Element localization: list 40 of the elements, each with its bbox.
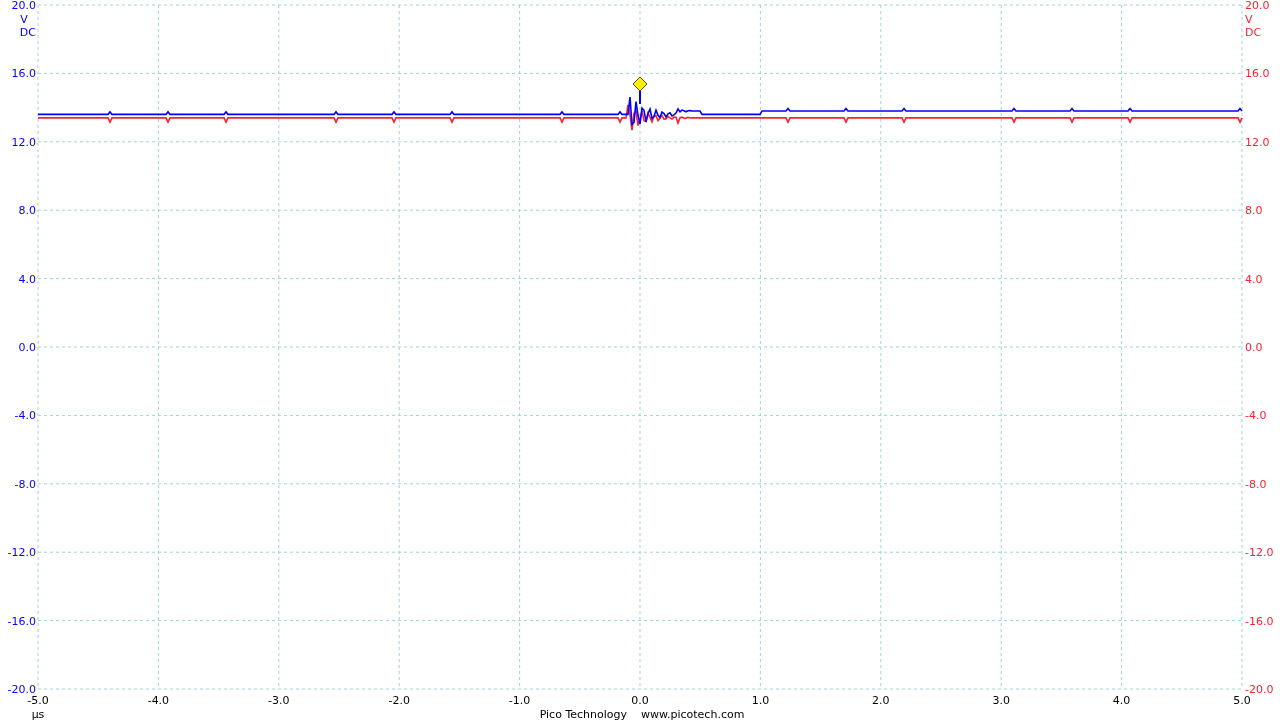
axis-tick-label: 1.0 — [751, 694, 770, 707]
axis-unit-label: µs — [31, 708, 45, 720]
axis-tick-label: 5.0 — [1233, 694, 1251, 707]
axis-tick-label: -20.0 — [1245, 683, 1274, 696]
axis-tick-label: 0.0 — [631, 694, 649, 707]
axis-tick-label: 4.0 — [1245, 272, 1263, 286]
axis-tick-label: -3.0 — [268, 694, 290, 707]
axis-tick-label: -20.0 — [7, 683, 36, 696]
axis-tick-label: 20.0 — [1245, 0, 1270, 12]
axis-tick-label: -8.0 — [14, 477, 36, 491]
axis-unit-label: V — [20, 13, 28, 26]
axis-tick-label: -4.0 — [14, 409, 36, 423]
axis-tick-label: 0.0 — [1245, 341, 1263, 354]
company-name: Pico Technology — [539, 708, 627, 720]
axis-tick-label: 12.0 — [1245, 135, 1270, 149]
axis-tick-label: -12.0 — [7, 546, 36, 560]
axis-tick-label: -16.0 — [1245, 614, 1274, 628]
axis-tick-label: 8.0 — [18, 204, 36, 218]
trigger-marker-icon — [632, 76, 648, 105]
axis-tick-label: -12.0 — [1245, 546, 1274, 560]
axis-tick-label: 16.0 — [11, 67, 36, 81]
axis-tick-label: -4.0 — [147, 694, 170, 707]
coupling-label: DC — [19, 26, 36, 39]
axis-tick-label: 2.0 — [872, 694, 890, 707]
axis-tick-label: 3.0 — [992, 694, 1010, 707]
axis-tick-label: 0.0 — [18, 341, 36, 354]
axis-tick-label: -1.0 — [508, 694, 531, 707]
axis-tick-label: -4.0 — [1245, 409, 1267, 423]
axis-tick-label: -8.0 — [1245, 477, 1267, 491]
axis-tick-label: -2.0 — [388, 694, 410, 707]
axis-tick-label: 4.0 — [1112, 694, 1131, 707]
axis-tick-label: 20.0 — [11, 0, 36, 12]
axis-tick-label: 8.0 — [1245, 204, 1263, 218]
axis-tick-label: 4.0 — [18, 272, 36, 286]
axis-tick-label: 16.0 — [1245, 67, 1270, 81]
axis-unit-label: V — [1245, 13, 1253, 26]
coupling-label: DC — [1245, 26, 1262, 39]
axis-tick-label: -5.0 — [27, 694, 49, 707]
axis-tick-label: 12.0 — [11, 135, 36, 149]
axis-tick-label: -16.0 — [7, 614, 36, 628]
